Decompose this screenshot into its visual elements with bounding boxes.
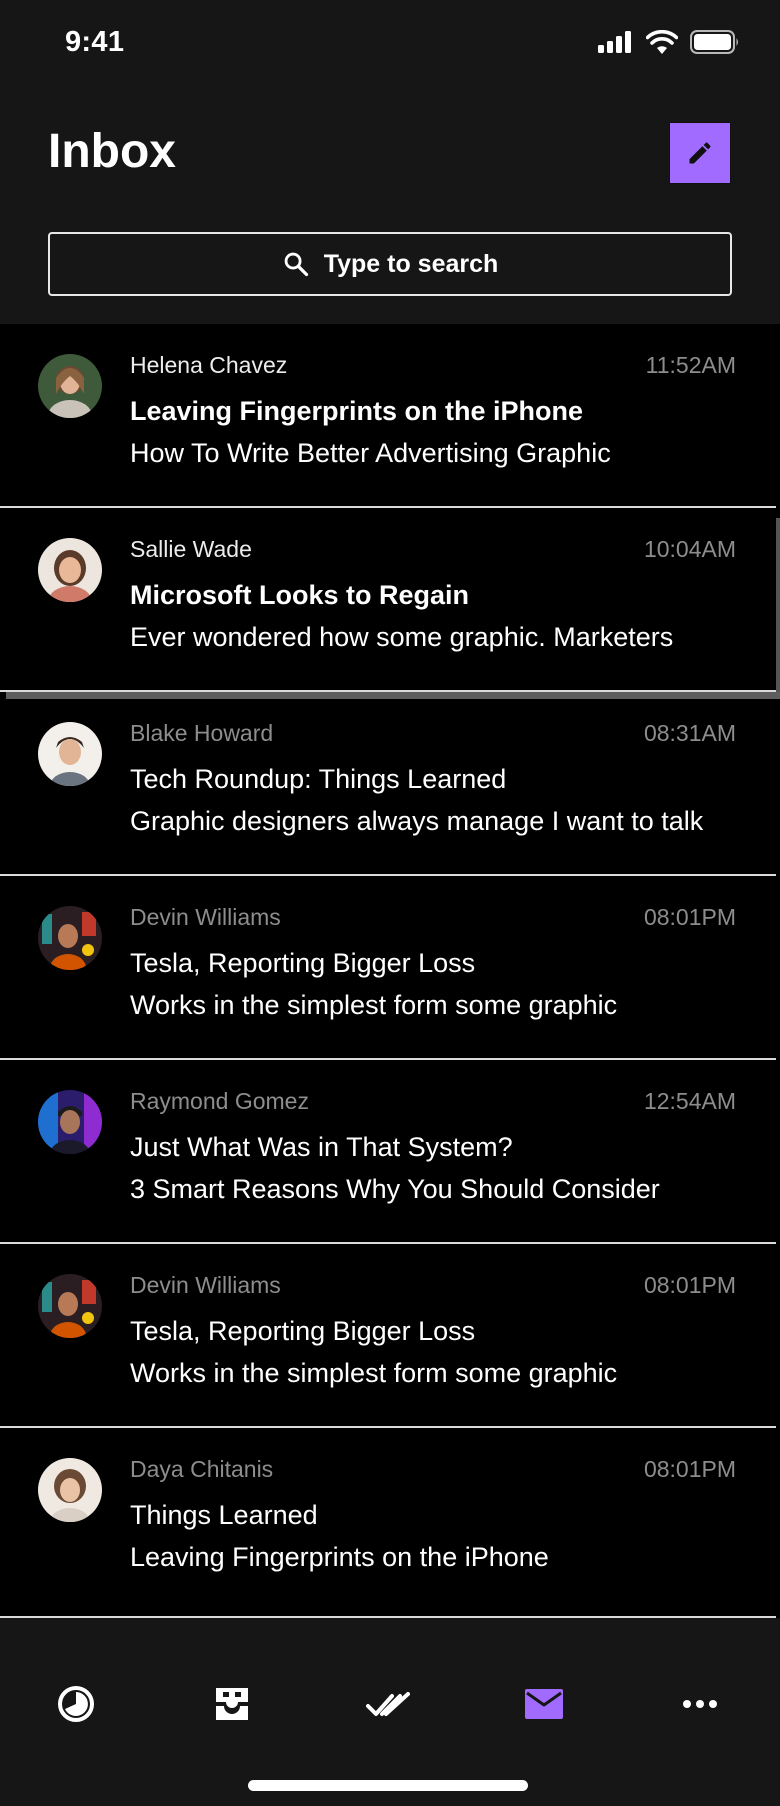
search-bar[interactable]: Type to search xyxy=(48,232,732,296)
sender-name: Raymond Gomez xyxy=(130,1088,309,1114)
sender-name: Blake Howard xyxy=(130,720,274,746)
message-row[interactable]: Sallie Wade 10:04AM Microsoft Looks to R… xyxy=(0,510,776,692)
sender-name: Devin Williams xyxy=(130,904,281,930)
home-indicator[interactable] xyxy=(248,1780,528,1791)
message-subject: Things Learned xyxy=(130,1500,318,1530)
tab-done[interactable] xyxy=(358,1674,418,1734)
message-time: 08:01PM xyxy=(643,904,736,930)
message-row[interactable]: Devin Williams 08:01PM Tesla, Reporting … xyxy=(0,1246,776,1428)
status-bar: 9:41 xyxy=(0,0,780,90)
message-row[interactable]: Helena Chavez 11:52AM Leaving Fingerprin… xyxy=(0,326,776,508)
message-subject: Just What Was in That System? xyxy=(130,1132,513,1162)
message-preview: How To Write Better Advertising Graphic xyxy=(130,438,611,468)
sender-name: Devin Williams xyxy=(130,1272,281,1298)
wifi-icon xyxy=(646,30,678,54)
tab-bar xyxy=(0,1618,780,1806)
message-subject: Leaving Fingerprints on the iPhone xyxy=(130,396,584,426)
sender-name: Sallie Wade xyxy=(130,536,252,562)
page-title: Inbox xyxy=(48,125,176,178)
message-time: 10:04AM xyxy=(643,536,736,562)
avatar xyxy=(38,1458,102,1522)
sender-name: Helena Chavez xyxy=(130,352,288,378)
tab-inbox[interactable] xyxy=(514,1674,574,1734)
message-time: 12:54AM xyxy=(643,1088,736,1114)
avatar xyxy=(38,354,102,418)
message-preview: Graphic designers always manage I want t… xyxy=(130,806,704,836)
message-subject: Tesla, Reporting Bigger Loss xyxy=(130,1316,476,1346)
status-icons xyxy=(598,30,740,54)
message-time: 08:01PM xyxy=(643,1272,736,1298)
sender-name: Daya Chitanis xyxy=(130,1456,274,1482)
avatar xyxy=(38,1090,102,1154)
message-preview: Works in the simplest form some graphic xyxy=(130,990,618,1020)
message-subject: Microsoft Looks to Regain xyxy=(130,580,470,610)
message-time: 11:52AM xyxy=(645,352,736,378)
avatar xyxy=(38,722,102,786)
compose-button[interactable] xyxy=(669,122,731,184)
drag-divider xyxy=(6,692,780,699)
more-dots-icon xyxy=(683,1700,717,1708)
message-row[interactable]: Daya Chitanis 08:01PM Things Learned Lea… xyxy=(0,1430,776,1618)
message-subject: Tech Roundup: Things Learned xyxy=(130,764,507,794)
battery-icon xyxy=(690,30,738,54)
avatar xyxy=(38,1274,102,1338)
avatar xyxy=(38,906,102,970)
envelope-icon xyxy=(525,1689,563,1719)
tab-archive[interactable] xyxy=(202,1674,262,1734)
scrollbar[interactable] xyxy=(776,518,780,698)
message-row[interactable]: Devin Williams 08:01PM Tesla, Reporting … xyxy=(0,878,776,1060)
message-time: 08:31AM xyxy=(643,720,736,746)
avatar xyxy=(38,538,102,602)
cellular-signal-icon xyxy=(598,31,631,53)
message-row[interactable]: Blake Howard 08:31AM Tech Roundup: Thing… xyxy=(0,694,776,876)
archive-tray-icon xyxy=(216,1688,248,1720)
search-icon xyxy=(284,252,308,277)
tab-more[interactable] xyxy=(670,1674,730,1734)
message-preview: Works in the simplest form some graphic xyxy=(130,1358,618,1388)
pencil-icon xyxy=(689,142,711,164)
message-preview: 3 Smart Reasons Why You Should Consider xyxy=(130,1174,660,1204)
clock-icon xyxy=(58,1686,94,1722)
message-row[interactable]: Raymond Gomez 12:54AM Just What Was in T… xyxy=(0,1062,776,1244)
message-list[interactable]: Helena Chavez 11:52AM Leaving Fingerprin… xyxy=(0,324,780,1618)
message-preview: Leaving Fingerprints on the iPhone xyxy=(130,1542,549,1572)
double-check-icon xyxy=(366,1692,410,1716)
message-subject: Tesla, Reporting Bigger Loss xyxy=(130,948,476,978)
status-time: 9:41 xyxy=(65,26,125,58)
message-preview: Ever wondered how some graphic. Marketer… xyxy=(130,622,674,652)
tab-recent[interactable] xyxy=(46,1674,106,1734)
search-placeholder: Type to search xyxy=(323,249,499,278)
message-time: 08:01PM xyxy=(643,1456,736,1482)
